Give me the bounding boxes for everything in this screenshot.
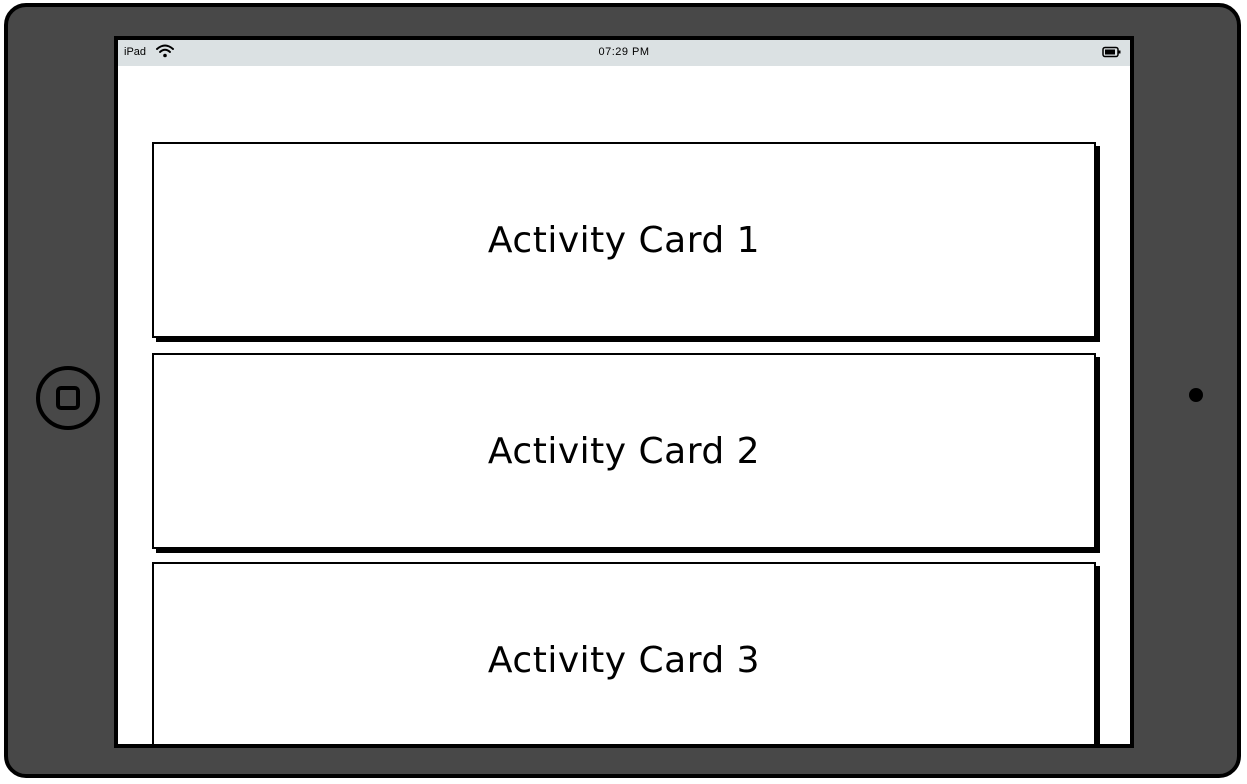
activity-card-1[interactable]: Activity Card 1 bbox=[152, 142, 1096, 338]
activity-card-2[interactable]: Activity Card 2 bbox=[152, 353, 1096, 549]
status-time: 07:29 PM bbox=[598, 46, 650, 58]
battery-icon bbox=[1102, 46, 1121, 58]
camera-icon bbox=[1189, 388, 1203, 402]
status-bar: iPad 07:29 PM bbox=[118, 40, 1130, 66]
activity-card-label: Activity Card 3 bbox=[487, 639, 761, 681]
home-button-square-icon bbox=[56, 386, 80, 410]
activity-card-3[interactable]: Activity Card 3 bbox=[152, 562, 1096, 744]
tablet-screen: iPad 07:29 PM Activity Card 1 Activity C… bbox=[114, 36, 1134, 748]
activity-card-label: Activity Card 2 bbox=[487, 430, 761, 472]
home-button-icon[interactable] bbox=[36, 366, 100, 430]
activity-card-label: Activity Card 1 bbox=[487, 219, 761, 261]
